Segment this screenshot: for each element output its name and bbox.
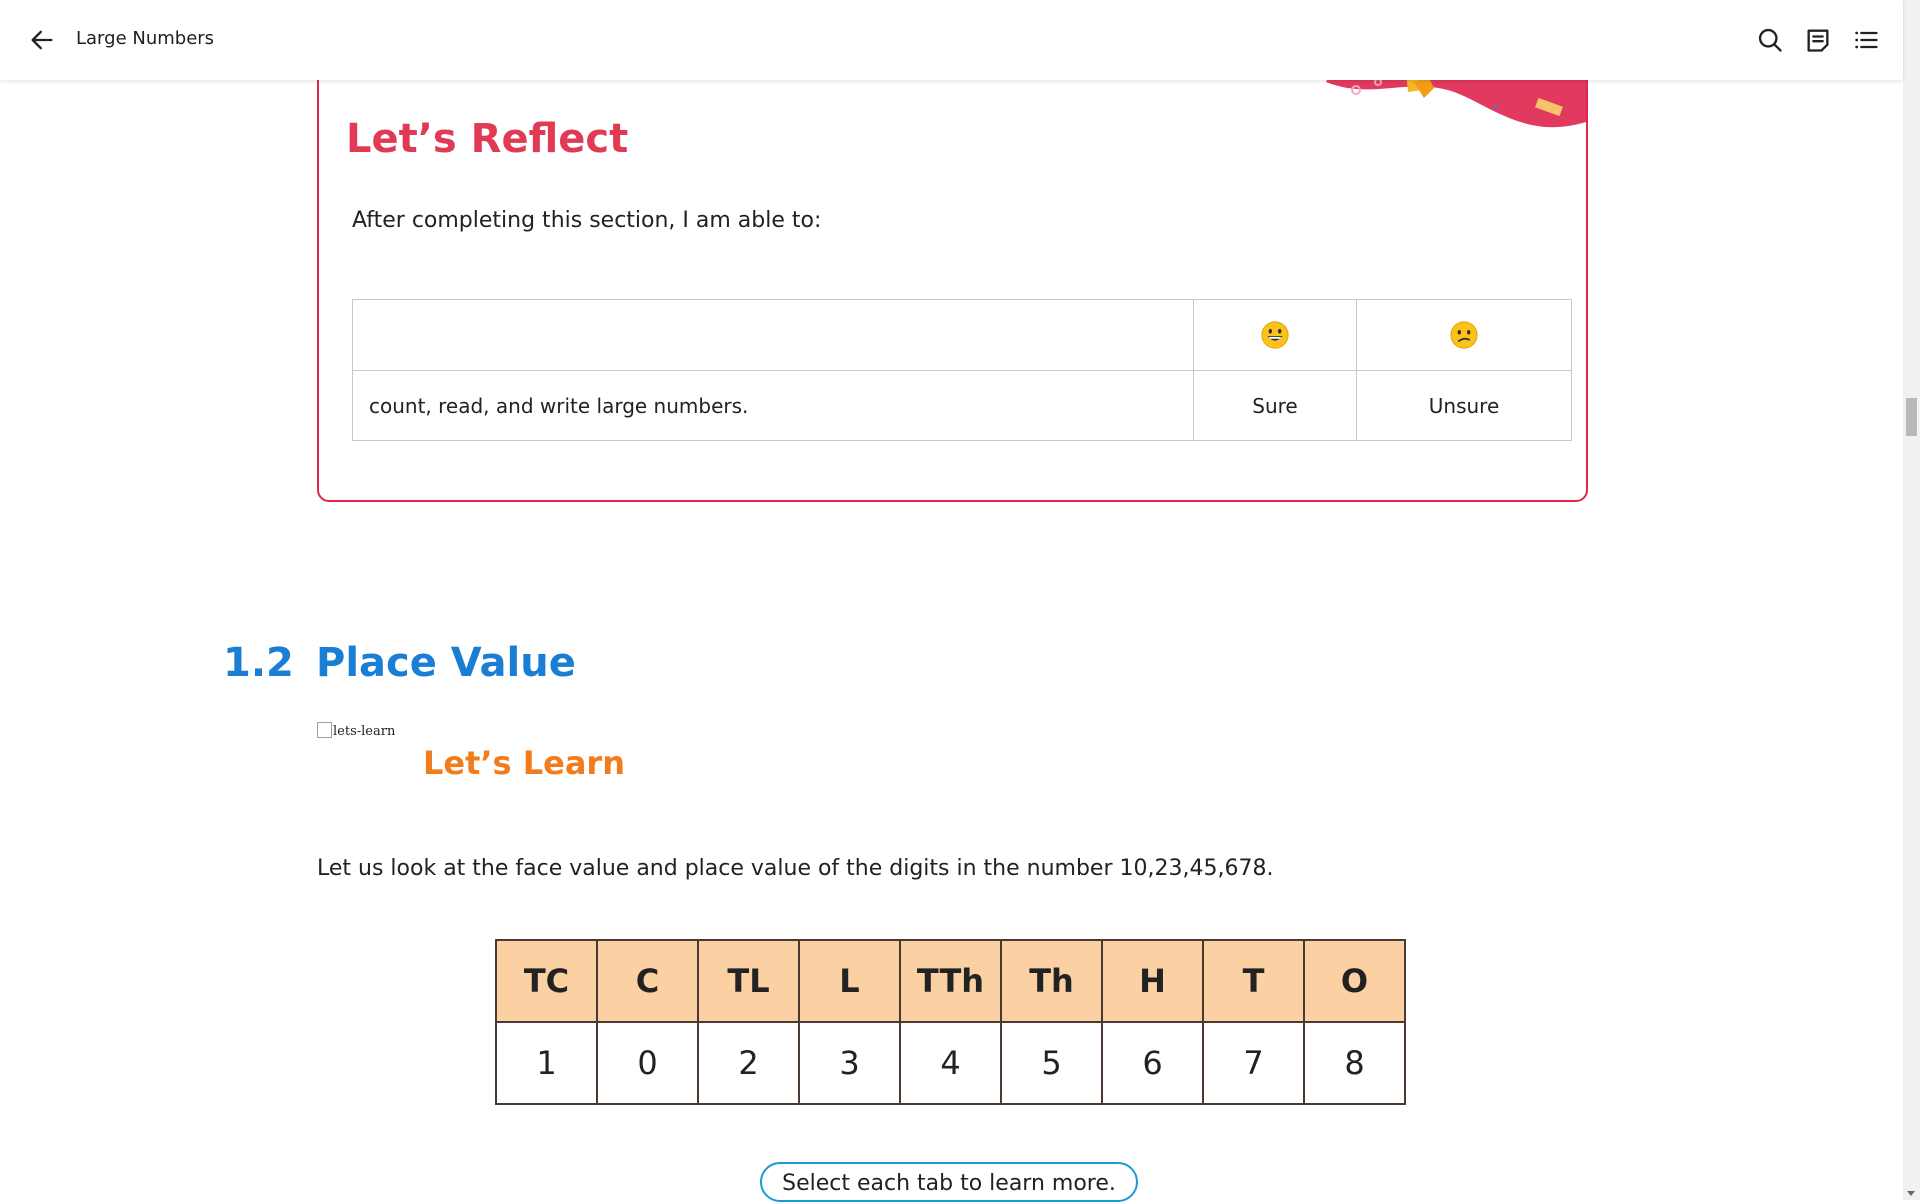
scrollbar-thumb[interactable] bbox=[1906, 398, 1917, 436]
digit-cell: 2 bbox=[697, 1021, 800, 1105]
column-header: L bbox=[798, 939, 901, 1023]
table-row: count, read, and write large numbers. Su… bbox=[352, 370, 1572, 441]
digit-cell: 7 bbox=[1202, 1021, 1305, 1105]
section-number: 1.2 bbox=[223, 640, 294, 686]
back-arrow-icon[interactable] bbox=[28, 26, 56, 54]
digit-cell: 3 bbox=[798, 1021, 901, 1105]
statement-cell: count, read, and write large numbers. bbox=[352, 370, 1194, 441]
unsure-option[interactable]: Unsure bbox=[1356, 370, 1572, 441]
digit-cell: 6 bbox=[1101, 1021, 1204, 1105]
table-header-row: TC C TL L TTh Th H T O bbox=[495, 939, 1406, 1023]
lets-learn-image-placeholder: lets-learn bbox=[317, 722, 395, 739]
digit-cell: 4 bbox=[899, 1021, 1002, 1105]
column-header: TTh bbox=[899, 939, 1002, 1023]
digit-cell: 5 bbox=[1000, 1021, 1103, 1105]
confused-face-emoji-icon bbox=[1450, 321, 1478, 349]
reflect-intro-text: After completing this section, I am able… bbox=[352, 208, 822, 233]
section-title: Place Value bbox=[316, 640, 576, 686]
column-header: Th bbox=[1000, 939, 1103, 1023]
book-title: Large Numbers bbox=[76, 28, 215, 49]
column-header: H bbox=[1101, 939, 1204, 1023]
table-row bbox=[352, 299, 1572, 371]
column-header: TC bbox=[495, 939, 598, 1023]
digit-cell: 8 bbox=[1303, 1021, 1406, 1105]
top-app-bar: Large Numbers bbox=[0, 0, 1903, 80]
lets-reflect-panel: Let’s Reflect After completing this sect… bbox=[317, 40, 1588, 502]
column-header: T bbox=[1202, 939, 1305, 1023]
column-header: O bbox=[1303, 939, 1406, 1023]
search-icon[interactable] bbox=[1756, 26, 1784, 54]
lets-learn-intro-text: Let us look at the face value and place … bbox=[317, 856, 1274, 881]
sure-option[interactable]: Sure bbox=[1193, 370, 1357, 441]
table-header-cell bbox=[1356, 299, 1572, 371]
table-header-empty-cell bbox=[352, 299, 1194, 371]
notes-icon[interactable] bbox=[1804, 26, 1832, 54]
self-assessment-table: count, read, and write large numbers. Su… bbox=[352, 299, 1572, 441]
scroll-down-arrow-icon[interactable] bbox=[1907, 1191, 1915, 1196]
place-value-table: TC C TL L TTh Th H T O 1 0 2 3 4 5 6 7 8 bbox=[495, 939, 1406, 1105]
column-header: C bbox=[596, 939, 699, 1023]
image-alt-text: lets-learn bbox=[333, 724, 396, 739]
table-row: 1 0 2 3 4 5 6 7 8 bbox=[495, 1021, 1406, 1105]
digit-cell: 0 bbox=[596, 1021, 699, 1105]
lets-learn-heading: Let’s Learn bbox=[423, 744, 625, 782]
vertical-scrollbar[interactable] bbox=[1903, 0, 1920, 1200]
select-tab-hint-pill: Select each tab to learn more. bbox=[760, 1162, 1138, 1202]
table-of-contents-icon[interactable] bbox=[1852, 26, 1880, 54]
digit-cell: 1 bbox=[495, 1021, 598, 1105]
broken-image-icon bbox=[317, 722, 332, 738]
reflect-heading: Let’s Reflect bbox=[346, 116, 629, 162]
table-header-cell bbox=[1193, 299, 1357, 371]
grinning-face-emoji-icon bbox=[1261, 321, 1289, 349]
column-header: TL bbox=[697, 939, 800, 1023]
